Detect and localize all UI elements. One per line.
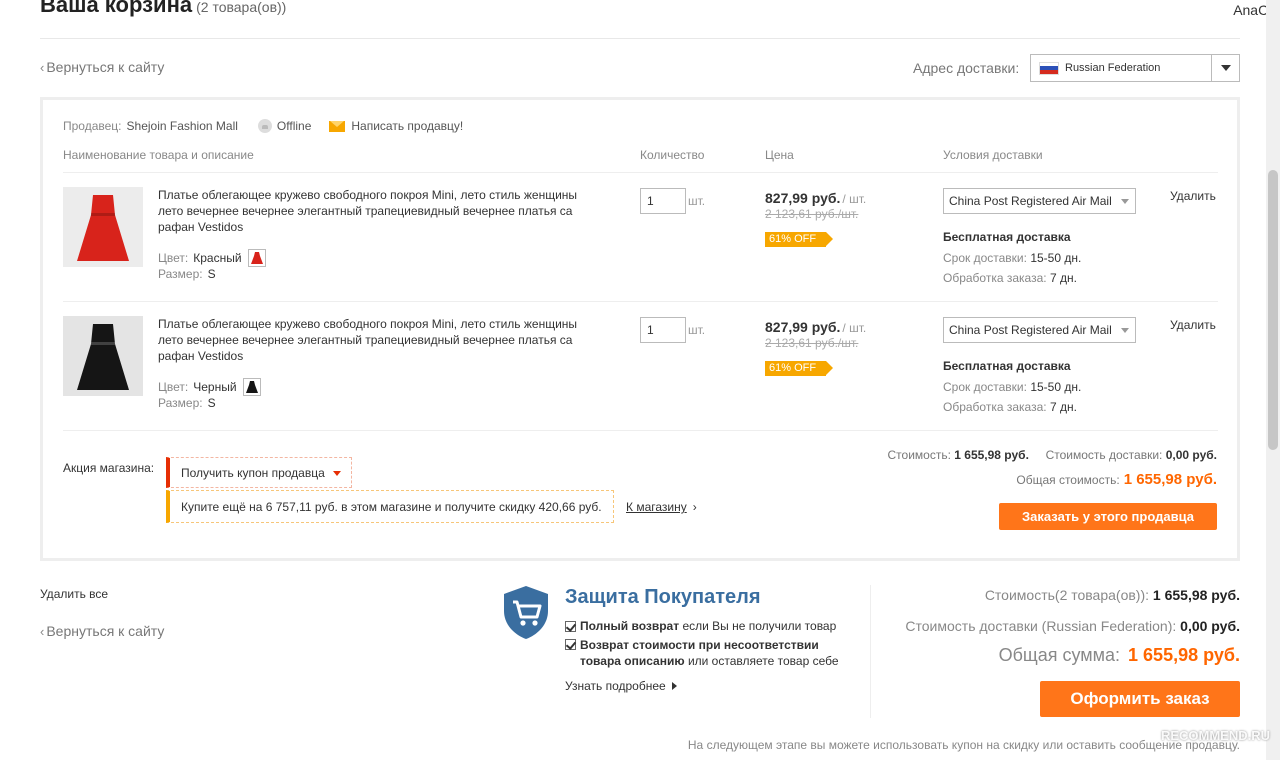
shipping-method-select[interactable]: China Post Registered Air Mail — [943, 188, 1136, 214]
quantity-input[interactable]: 1 — [640, 317, 686, 343]
product-title-link[interactable]: Платье облегающее кружево свободного пок… — [158, 187, 588, 235]
back-to-site-link[interactable]: ‹ Вернуться к сайту — [40, 623, 164, 639]
column-quantity: Количество — [640, 148, 705, 162]
envelope-icon — [329, 120, 346, 132]
product-color: Цвет: Красный — [158, 249, 266, 267]
delete-item-link[interactable]: Удалить — [1170, 189, 1216, 203]
country-value: Russian Federation — [1065, 62, 1161, 74]
free-shipping-label: Бесплатная доставка — [943, 359, 1071, 373]
chevron-down-icon — [1121, 328, 1129, 333]
seller-name-link[interactable]: Shejoin Fashion Mall — [127, 119, 238, 133]
delete-all-link[interactable]: Удалить все — [40, 587, 108, 601]
dress-image — [63, 187, 143, 267]
quantity-unit: шт. — [688, 323, 706, 337]
product-color: Цвет: Черный — [158, 378, 261, 396]
discount-badge: 61% OFF — [765, 232, 834, 247]
chevron-left-icon: ‹ — [40, 624, 45, 639]
country-select[interactable]: Russian Federation — [1030, 54, 1240, 82]
checkbox-check-icon — [565, 639, 576, 650]
cart-item: Платье облегающее кружево свободного пок… — [63, 301, 1218, 430]
cart-item: Платье облегающее кружево свободного пок… — [63, 172, 1218, 301]
column-price: Цена — [765, 148, 794, 162]
protection-refund-mismatch: Возврат стоимости при несоответствии това… — [565, 637, 839, 669]
item-count: (2 товара(ов)) — [196, 0, 287, 15]
seller-total-line: Общая стоимость: 1 655,98 руб. — [1016, 471, 1217, 488]
color-swatch-icon — [247, 249, 266, 267]
delete-item-link[interactable]: Удалить — [1170, 318, 1216, 332]
discount-badge: 61% OFF — [765, 361, 834, 376]
delivery-time: Срок доставки: 15-50 дн. — [943, 251, 1082, 265]
scrollbar-thumb[interactable] — [1268, 170, 1278, 450]
header-divider — [40, 38, 1240, 39]
get-seller-coupon-button[interactable]: Получить купон продавца — [166, 457, 352, 488]
chevron-left-icon: ‹ — [40, 60, 45, 75]
checkout-note: На следующем этапе вы можете использоват… — [687, 738, 1240, 752]
old-price: 2 123,61 руб./шт. — [765, 336, 859, 350]
message-seller-link[interactable]: Написать продавцу! — [329, 119, 463, 133]
seller-info: Продавец: Shejoin Fashion Mall Offline Н… — [63, 119, 463, 133]
chevron-right-icon: › — [692, 500, 697, 514]
buyer-protection-title: Защита Покупателя — [565, 586, 761, 608]
seller-cost-line: Стоимость: 1 655,98 руб. Стоимость доста… — [887, 448, 1218, 462]
item-price: 827,99 руб. / шт. — [765, 190, 867, 206]
quantity-unit: шт. — [688, 194, 706, 208]
protection-full-refund: Полный возврат если Вы не получили товар — [565, 619, 836, 633]
page-scrollbar[interactable] — [1266, 0, 1280, 760]
shipping-method-select[interactable]: China Post Registered Air Mail — [943, 317, 1136, 343]
checkout-button[interactable]: Оформить заказ — [1040, 681, 1240, 717]
caret-right-icon — [671, 682, 677, 690]
column-product: Наименование товара и описание — [63, 148, 254, 162]
order-total-line: Общая сумма: 1 655,98 руб. — [998, 645, 1240, 665]
product-thumbnail[interactable] — [63, 316, 143, 396]
seller-label: Продавец: — [63, 119, 122, 133]
shield-cart-icon — [504, 586, 548, 639]
russia-flag-icon — [1039, 61, 1059, 75]
go-to-store-link[interactable]: К магазину › — [626, 500, 697, 514]
order-from-seller-button[interactable]: Заказать у этого продавца — [999, 503, 1217, 530]
order-cost-line: Стоимость(2 товара(ов)): 1 655,98 руб. — [984, 587, 1240, 603]
column-shipping: Условия доставки — [943, 148, 1043, 162]
product-thumbnail[interactable] — [63, 187, 143, 267]
processing-time: Обработка заказа: 7 дн. — [943, 271, 1077, 285]
product-title-link[interactable]: Платье облегающее кружево свободного пок… — [158, 316, 588, 364]
caret-down-icon — [332, 471, 341, 477]
dress-image — [63, 316, 143, 396]
free-shipping-label: Бесплатная доставка — [943, 230, 1071, 244]
product-size: Размер: S — [158, 267, 216, 281]
shipping-address-label: Адрес доставки: — [913, 60, 1020, 76]
seller-cart-box: Продавец: Shejoin Fashion Mall Offline Н… — [40, 97, 1240, 561]
delivery-time: Срок доставки: 15-50 дн. — [943, 380, 1082, 394]
item-price: 827,99 руб. / шт. — [765, 319, 867, 335]
checkbox-check-icon — [565, 621, 576, 632]
store-promo-label: Акция магазина: — [63, 461, 155, 475]
watermark-text: RECOMMEND.RU — [1160, 728, 1270, 743]
chevron-down-icon — [1121, 199, 1129, 204]
back-to-site-link[interactable]: ‹ Вернуться к сайту — [40, 59, 164, 75]
offline-icon — [257, 119, 272, 133]
seller-status: Offline — [257, 119, 311, 133]
quantity-input[interactable]: 1 — [640, 188, 686, 214]
store-promo-message: Купите ещё на 6 757,11 руб. в этом магаз… — [166, 490, 614, 523]
processing-time: Обработка заказа: 7 дн. — [943, 400, 1077, 414]
color-swatch-icon — [242, 378, 261, 396]
items-divider — [63, 430, 1218, 431]
page-title: Ваша корзина (2 товара(ов)) — [40, 0, 287, 17]
order-shipping-line: Стоимость доставки (Russian Federation):… — [905, 618, 1240, 634]
footer-divider — [870, 585, 871, 718]
learn-more-link[interactable]: Узнать подробнее — [565, 679, 677, 693]
old-price: 2 123,61 руб./шт. — [765, 207, 859, 221]
dropdown-arrow-icon[interactable] — [1211, 55, 1239, 81]
product-size: Размер: S — [158, 396, 216, 410]
